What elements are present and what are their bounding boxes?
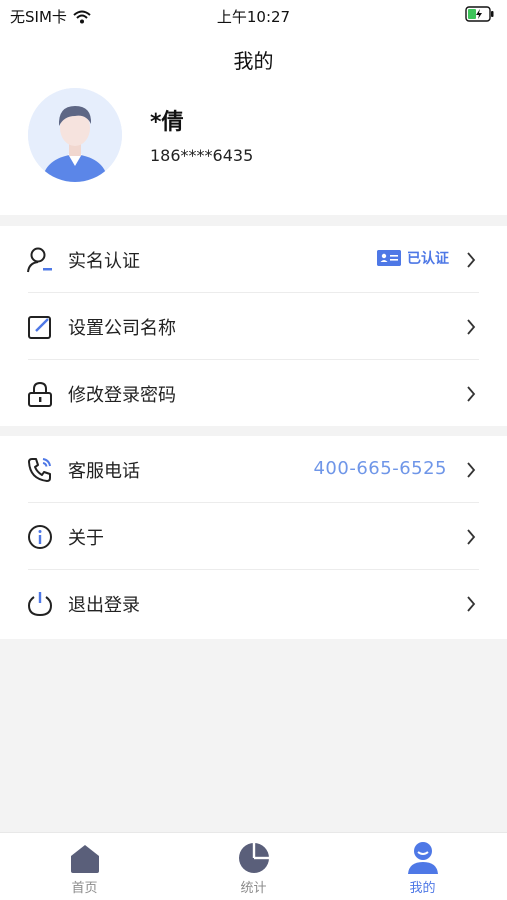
user-phone: 186****6435 [150,146,254,165]
battery-icon [465,6,495,26]
user-icon [407,842,438,874]
verified-label: 已认证 [407,251,449,267]
menu-item-label: 关于 [68,528,104,549]
user-verify-icon [27,247,52,273]
menu-item-customer-service[interactable]: 客服电话 400-665-6525 [0,436,507,503]
settings-group-support: 客服电话 400-665-6525 关于 退出登录 [0,436,507,639]
menu-item-label: 设置公司名称 [68,318,176,339]
chevron-right-icon [467,252,476,268]
menu-item-label: 修改登录密码 [68,385,176,406]
menu-item-logout[interactable]: 退出登录 [0,570,507,637]
edit-icon [28,316,51,339]
verified-badge: 已认证 [377,248,449,268]
avatar[interactable] [28,88,122,182]
tab-home[interactable]: 首页 [0,833,169,900]
user-name: *倩 [150,110,184,135]
default-avatar-icon [28,88,122,182]
id-card-icon [377,250,401,266]
menu-item-label: 客服电话 [68,461,140,482]
menu-item-about[interactable]: 关于 [0,503,507,570]
chevron-right-icon [467,319,476,335]
lock-icon [28,381,52,407]
bottom-tab-bar: 首页 统计 我的 [0,832,507,900]
tab-statistics[interactable]: 统计 [169,833,338,900]
nav-header: 我的 [0,30,507,86]
profile-section[interactable]: *倩 186****6435 [0,86,507,215]
menu-item-change-password[interactable]: 修改登录密码 [0,360,507,427]
tab-mine[interactable]: 我的 [338,833,507,900]
settings-group-account: 实名认证 已认证 设置公司名称 修改登录密码 [0,226,507,426]
info-icon [28,525,52,549]
pie-chart-icon [238,843,269,873]
chevron-right-icon [467,529,476,545]
clock: 上午10:27 [216,8,291,26]
menu-item-set-company-name[interactable]: 设置公司名称 [0,293,507,360]
menu-item-label: 实名认证 [68,251,140,272]
menu-item-real-name-verification[interactable]: 实名认证 已认证 [0,226,507,293]
home-icon [70,845,99,873]
tab-label: 首页 [71,881,98,896]
chevron-right-icon [467,462,476,478]
tab-label: 我的 [409,881,436,896]
chevron-right-icon [467,596,476,612]
service-phone-number[interactable]: 400-665-6525 [313,458,447,479]
page-title: 我的 [233,49,274,73]
menu-item-label: 退出登录 [68,595,140,616]
chevron-right-icon [467,386,476,402]
status-bar: 无SIM卡 上午10:27 [0,0,507,30]
phone-icon [28,458,51,482]
tab-label: 统计 [240,881,267,896]
power-icon [27,592,53,617]
